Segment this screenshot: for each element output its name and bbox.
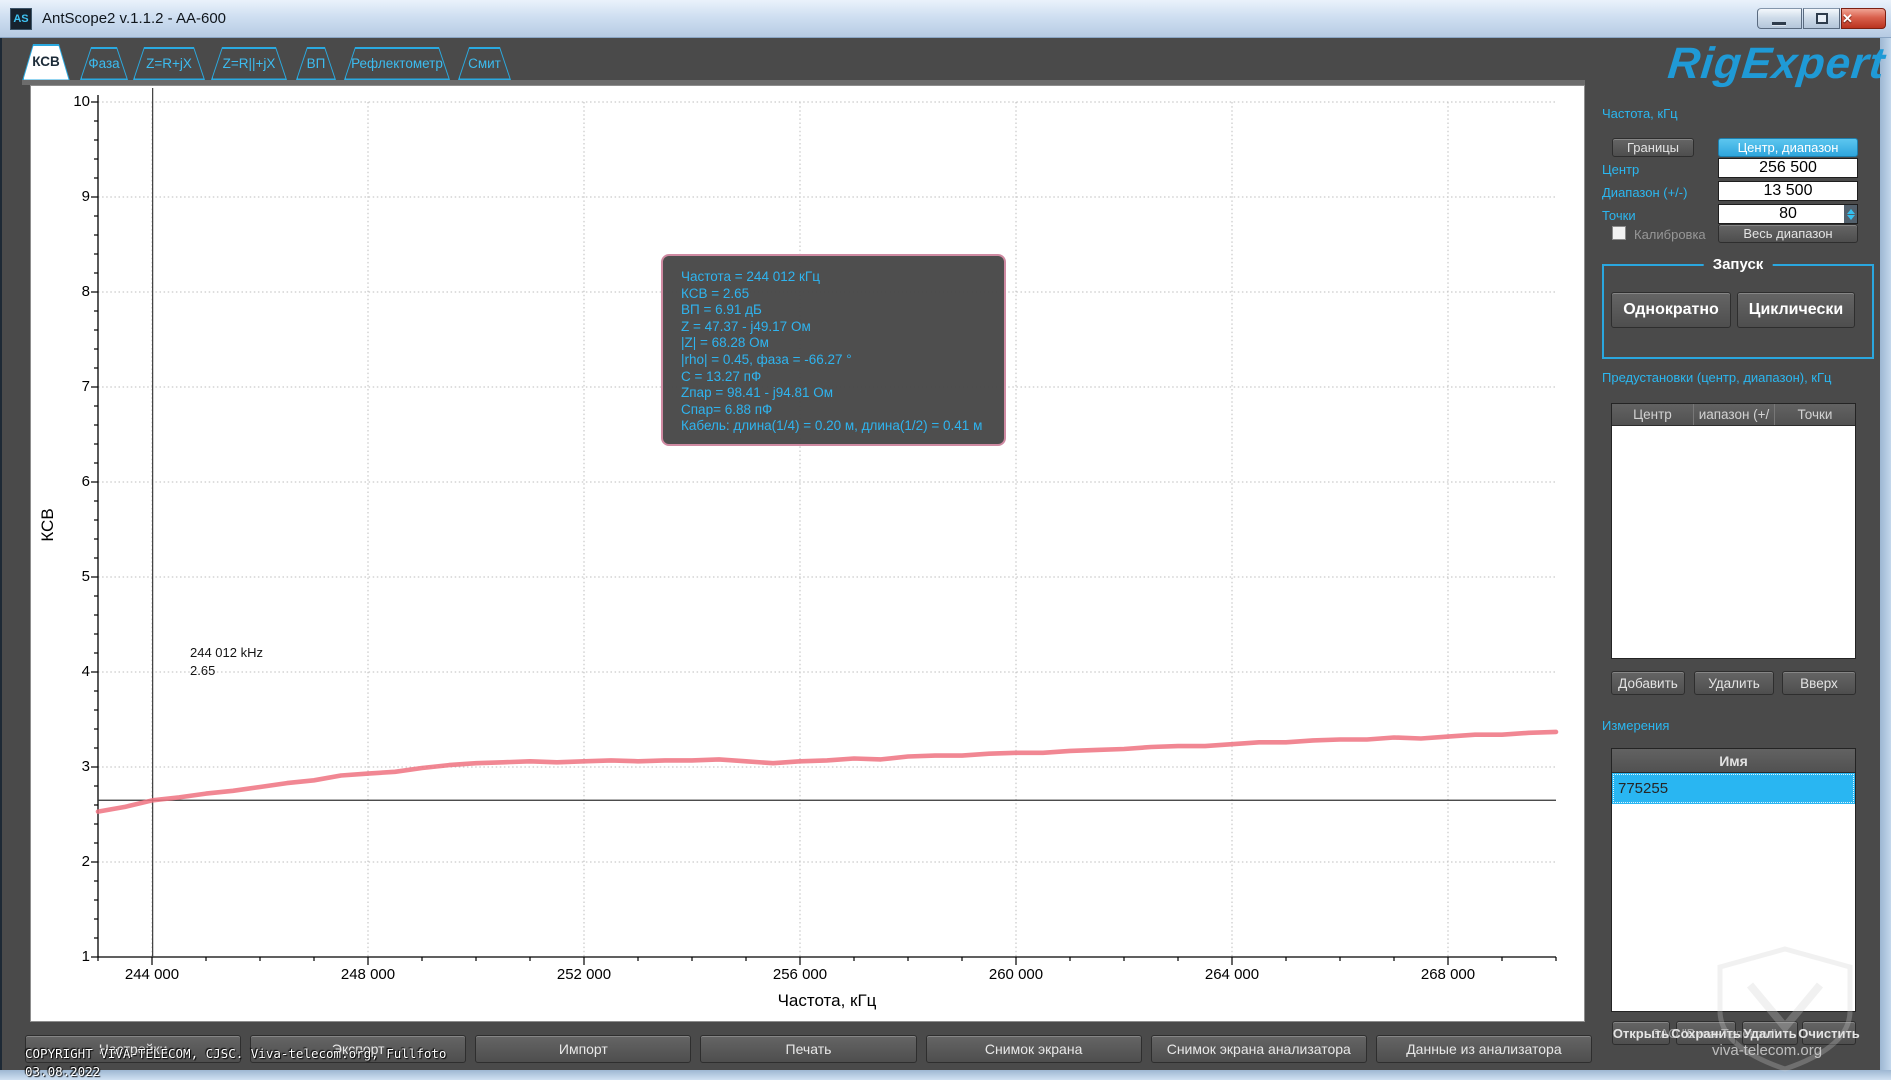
preset-up-button[interactable]: Вверх <box>1782 671 1856 695</box>
calibration-label: Калибровка <box>1634 227 1706 242</box>
x-tick-label: 252 000 <box>539 966 629 983</box>
app-icon: AS <box>10 8 32 30</box>
tooltip-line: Кабель: длина(1/4) = 0.20 м, длина(1/2) … <box>681 418 1004 435</box>
x-tick-label: 264 000 <box>1187 966 1277 983</box>
full-range-button[interactable]: Весь диапазон <box>1718 224 1858 243</box>
tooltip-line: |rho| = 0.45, фаза = -66.27 ° <box>681 352 1004 369</box>
tooltip-line: |Z| = 68.28 Ом <box>681 335 1004 352</box>
tooltip-line: КСВ = 2.65 <box>681 286 1004 303</box>
minimize-button[interactable] <box>1757 8 1802 29</box>
watermark-date: 03.08.2022 <box>25 1064 100 1079</box>
window-title: AntScope2 v.1.1.2 - AA-600 <box>42 10 226 27</box>
analyzer-screenshot-button[interactable]: Снимок экрана анализатора <box>1151 1035 1367 1063</box>
y-tick-label: 10 <box>54 93 90 110</box>
x-tick-label: 256 000 <box>755 966 845 983</box>
tooltip-line: ВП = 6.91 дБ <box>681 302 1004 319</box>
tooltip-line: Частота = 244 012 кГц <box>681 269 1004 286</box>
rigexpert-logo: RigExpert <box>1615 40 1887 90</box>
points-input[interactable] <box>1718 204 1858 224</box>
tooltip-line: Z = 47.37 - j49.17 Ом <box>681 319 1004 336</box>
tab-z-parallel[interactable]: Z=R||+jX <box>211 47 287 80</box>
run-once-button[interactable]: Однократно <box>1611 292 1731 328</box>
span-label: Диапазон (+/-) <box>1602 185 1687 200</box>
span-input[interactable] <box>1718 181 1858 201</box>
measurement-tooltip: Частота = 244 012 кГц КСВ = 2.65 ВП = 6.… <box>661 254 1006 446</box>
measurements-header-name[interactable]: Имя <box>1612 749 1855 773</box>
screenshot-button[interactable]: Снимок экрана <box>926 1035 1142 1063</box>
maximize-button[interactable] <box>1803 8 1840 29</box>
run-cyclic-button[interactable]: Циклически <box>1737 292 1855 328</box>
y-tick-label: 7 <box>54 378 90 395</box>
points-label: Точки <box>1602 208 1636 223</box>
presets-header-center[interactable]: Центр <box>1612 407 1693 422</box>
presets-section-label: Предустановки (центр, диапазон), кГц <box>1602 370 1831 385</box>
print-button[interactable]: Печать <box>700 1035 916 1063</box>
watermark-company: ЗАО "Вива-Телеком" <box>1652 1026 1776 1041</box>
calibration-checkbox[interactable] <box>1612 226 1626 240</box>
minimize-icon <box>1772 22 1786 25</box>
import-button[interactable]: Импорт <box>475 1035 691 1063</box>
y-tick-label: 3 <box>54 758 90 775</box>
y-tick-label: 8 <box>54 283 90 300</box>
cursor-freq-annotation: 244 012 kHz <box>190 645 263 660</box>
preset-add-button[interactable]: Добавить <box>1611 671 1685 695</box>
window-frame-bottom <box>0 1070 1891 1080</box>
measurements-section-label: Измерения <box>1602 718 1669 733</box>
tab-phase[interactable]: Фаза <box>80 47 128 80</box>
stepper-up-icon <box>1847 209 1855 214</box>
maximize-icon <box>1816 13 1828 24</box>
presets-header-span[interactable]: иапазон (+/ <box>1694 407 1774 422</box>
tooltip-line: C = 13.27 пФ <box>681 369 1004 386</box>
watermark-copyright: COPYRIGHT VIVA-TELECOM, CJSC. Viva-telec… <box>25 1046 446 1061</box>
center-label: Центр <box>1602 162 1639 177</box>
y-tick-label: 1 <box>54 948 90 965</box>
frequency-section-label: Частота, кГц <box>1602 106 1678 121</box>
titlebar: AS AntScope2 v.1.1.2 - AA-600 ✕ <box>0 0 1891 38</box>
analyzer-data-button[interactable]: Данные из анализатора <box>1376 1035 1592 1063</box>
watermark-site: viva-telecom.org <box>1712 1042 1822 1059</box>
y-tick-label: 2 <box>54 853 90 870</box>
y-tick-label: 4 <box>54 663 90 680</box>
tab-reflectometer[interactable]: Рефлектометр <box>344 47 450 80</box>
presets-table[interactable]: Центр иапазон (+/ Точки <box>1611 403 1856 659</box>
bounds-mode-button[interactable]: Границы <box>1612 138 1694 157</box>
stepper-down-icon <box>1847 215 1855 220</box>
tab-ksv[interactable]: КСВ <box>22 44 70 81</box>
x-tick-label: 244 000 <box>107 966 197 983</box>
close-button[interactable]: ✕ <box>1841 8 1886 29</box>
y-tick-label: 5 <box>54 568 90 585</box>
y-tick-label: 9 <box>54 188 90 205</box>
center-input[interactable] <box>1718 158 1858 178</box>
tooltip-line: Zпар = 98.41 - j94.81 Ом <box>681 385 1004 402</box>
tooltip-line: Спар= 6.88 пФ <box>681 402 1004 419</box>
x-tick-label: 248 000 <box>323 966 413 983</box>
close-icon: ✕ <box>1842 11 1853 26</box>
x-axis-title: Частота, кГц <box>727 991 927 1011</box>
y-axis-title: КСВ <box>38 495 58 555</box>
window-frame-left <box>0 38 2 1070</box>
swr-chart-plot[interactable] <box>58 88 1580 972</box>
presets-header-points[interactable]: Точки <box>1775 407 1855 422</box>
tab-z-series[interactable]: Z=R+jX <box>133 47 205 80</box>
preset-remove-button[interactable]: Удалить <box>1694 671 1774 695</box>
measurement-row-selected[interactable]: 775255 <box>1612 773 1855 804</box>
tab-smith[interactable]: Смит <box>458 47 511 80</box>
points-stepper[interactable] <box>1844 205 1857 223</box>
x-tick-label: 268 000 <box>1403 966 1493 983</box>
x-tick-label: 260 000 <box>971 966 1061 983</box>
run-group-title: Запуск <box>1704 256 1773 273</box>
window-frame-right <box>1880 38 1891 1080</box>
y-tick-label: 6 <box>54 473 90 490</box>
cursor-value-annotation: 2.65 <box>190 663 215 678</box>
center-span-mode-button[interactable]: Центр, диапазон <box>1718 138 1858 157</box>
tab-vp[interactable]: ВП <box>296 47 336 80</box>
